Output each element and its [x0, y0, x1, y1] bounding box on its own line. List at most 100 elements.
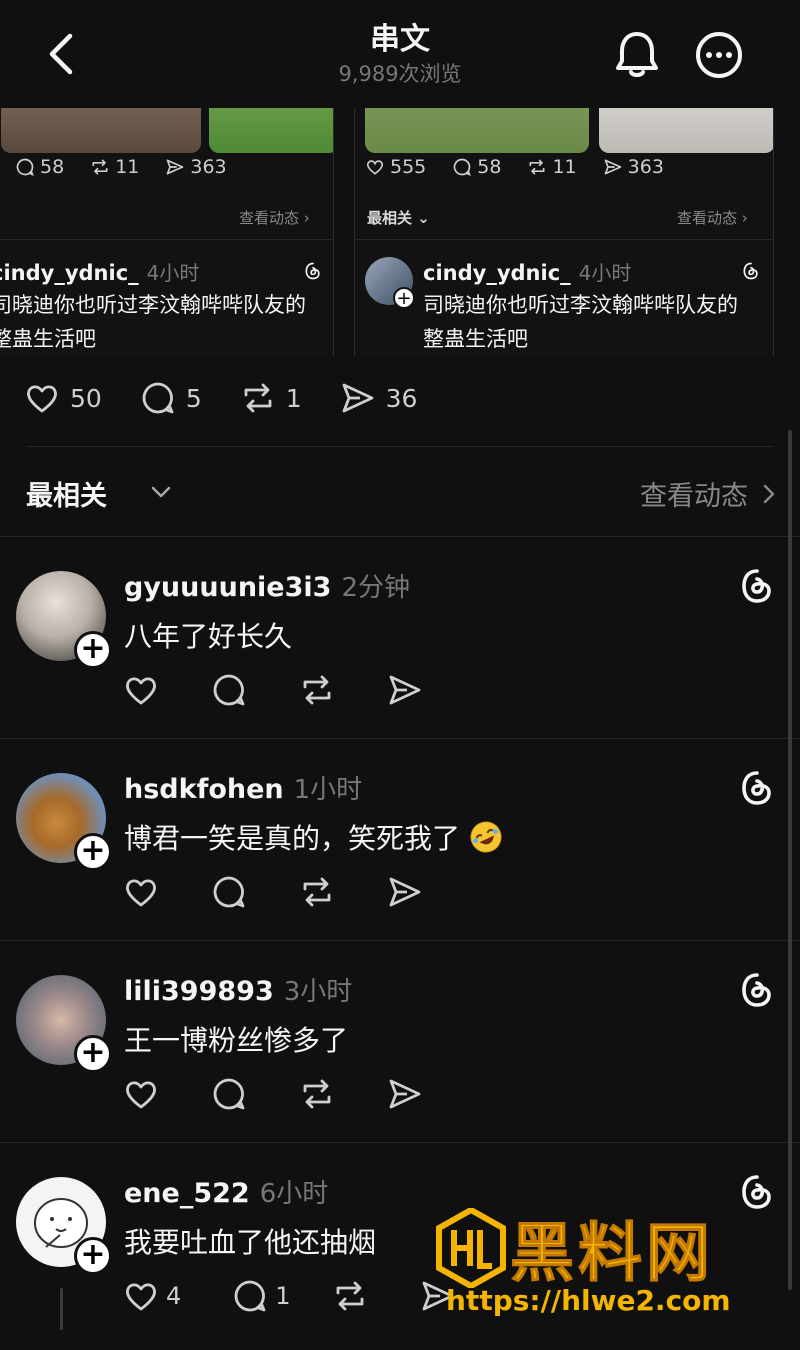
like-stat[interactable]: 555 — [365, 156, 426, 178]
like-button[interactable]: 50 — [24, 380, 102, 416]
reply-count: 1 — [275, 1282, 291, 1310]
quoted-text: 司晓迪你也听过李汶翰哔哔队友的 — [423, 293, 738, 317]
chevron-down-icon[interactable] — [150, 484, 172, 500]
repost-button[interactable] — [331, 1277, 369, 1315]
activity-link[interactable]: 查看动态 › — [239, 207, 310, 228]
heart-icon — [126, 1081, 156, 1109]
post-image — [365, 108, 589, 153]
post-action-bar: 50 5 1 36 — [24, 380, 455, 416]
threads-logo-icon — [742, 569, 771, 603]
send-icon — [389, 877, 421, 907]
repost-icon — [244, 383, 272, 413]
reply-button[interactable] — [210, 1075, 248, 1113]
view-activity-link[interactable]: 查看动态 — [640, 474, 776, 513]
reply-button[interactable] — [210, 873, 248, 911]
divider — [355, 239, 773, 240]
send-icon — [604, 159, 621, 175]
send-icon — [342, 383, 374, 413]
like-count: 50 — [70, 383, 102, 413]
reply-text: 我要吐血了他还抽烟 — [124, 1226, 377, 1259]
reply-button[interactable] — [210, 671, 248, 709]
reply-text: 八年了好长久 — [124, 620, 293, 653]
reply-username[interactable]: lili399893 3小时 — [124, 971, 352, 1008]
share-button[interactable]: 36 — [340, 380, 417, 416]
quoted-text: 整蛊生活吧 — [423, 327, 528, 351]
follow-plus-icon[interactable]: + — [393, 287, 415, 309]
comment-icon — [213, 674, 245, 706]
page-title: 串文 — [370, 22, 430, 57]
comment-icon — [453, 158, 472, 176]
send-icon — [167, 159, 184, 175]
like-button[interactable] — [122, 873, 160, 911]
repost-icon — [303, 877, 331, 907]
repost-icon — [303, 675, 331, 705]
quoted-post-card[interactable]: 555 58 11 363 最相关 ⌄ 查看动态 › + cindy_ydnic… — [354, 108, 774, 356]
threads-logo-icon — [305, 262, 320, 280]
reply-count: 5 — [185, 383, 202, 413]
follow-plus-icon[interactable]: + — [74, 631, 112, 669]
like-button[interactable] — [122, 1075, 160, 1113]
follow-plus-icon[interactable]: + — [74, 1237, 112, 1275]
repost-button[interactable] — [298, 1075, 336, 1113]
reply-stat[interactable]: 58 — [452, 156, 501, 178]
scrollbar[interactable] — [788, 430, 792, 1290]
reply-button[interactable]: 1 — [231, 1277, 291, 1315]
share-button[interactable] — [386, 873, 424, 911]
send-icon — [389, 675, 421, 705]
repost-button[interactable] — [298, 671, 336, 709]
reply-stat[interactable]: 58 — [15, 156, 64, 178]
reply-sort-row: 最相关 查看动态 — [26, 470, 776, 514]
quoted-text: 司晓迪你也听过李汶翰哔哔队友的 — [0, 293, 306, 317]
share-stat[interactable]: 363 — [165, 156, 227, 178]
post-image — [1, 108, 201, 153]
quoted-stats: 555 58 11 363 — [365, 156, 664, 178]
repost-stat[interactable]: 11 — [527, 156, 577, 178]
repost-button[interactable]: 1 — [240, 380, 302, 416]
repost-icon — [303, 1079, 331, 1109]
reply-action-bar — [122, 1075, 474, 1113]
reply-username[interactable]: ene_522 6小时 — [124, 1173, 328, 1210]
view-count: 9,989次浏览 — [338, 62, 462, 86]
activity-link[interactable]: 查看动态 › — [677, 207, 748, 228]
post-image — [599, 108, 773, 153]
reply-username[interactable]: gyuuuunie3i3 2分钟 — [124, 567, 410, 604]
reply-username[interactable]: hsdkfohen 1小时 — [124, 769, 362, 806]
like-button[interactable] — [122, 671, 160, 709]
share-button[interactable] — [386, 1075, 424, 1113]
reply-item[interactable]: + gyuuuunie3i3 2分钟 八年了好长久 — [0, 537, 800, 739]
repost-stat[interactable]: 11 — [90, 156, 139, 178]
follow-plus-icon[interactable]: + — [74, 833, 112, 871]
sort-dropdown[interactable]: 最相关 — [26, 474, 107, 513]
reply-action-bar — [122, 671, 474, 709]
heart-icon — [126, 1283, 156, 1311]
notification-button[interactable] — [612, 28, 662, 80]
hexagon-logo-icon — [436, 1208, 506, 1288]
repost-icon — [336, 1281, 363, 1311]
reply-button[interactable]: 5 — [140, 380, 202, 416]
quoted-post-card[interactable]: 58 11 363 查看动态 › cindy_ydnic_ 4小时 司晓迪你也听过… — [0, 108, 334, 356]
quoted-posts-carousel[interactable]: 58 11 363 查看动态 › cindy_ydnic_ 4小时 司晓迪你也听过… — [0, 108, 800, 356]
like-count: 4 — [166, 1282, 182, 1310]
share-button[interactable] — [386, 671, 424, 709]
divider — [26, 446, 774, 447]
more-options-button[interactable] — [694, 30, 744, 80]
more-horizontal-icon — [696, 32, 742, 78]
follow-plus-icon[interactable]: + — [74, 1035, 112, 1073]
share-stat[interactable]: 363 — [603, 156, 664, 178]
repost-button[interactable] — [298, 873, 336, 911]
heart-icon — [126, 677, 156, 705]
watermark-url: https://hlwe2.com — [446, 1284, 731, 1317]
reply-item[interactable]: + hsdkfohen 1小时 博君一笑是真的，笑死我了 — [0, 739, 800, 941]
quoted-username[interactable]: cindy_ydnic_ 4小时 — [423, 257, 631, 286]
comment-icon — [234, 1280, 266, 1312]
quoted-stats: 58 11 363 — [15, 156, 227, 178]
send-icon — [389, 1079, 421, 1109]
reply-item[interactable]: + lili399893 3小时 王一博粉丝惨多了 — [0, 941, 800, 1143]
rofl-emoji-icon — [470, 821, 502, 853]
sort-dropdown[interactable]: 最相关 ⌄ — [367, 207, 430, 228]
quoted-username[interactable]: cindy_ydnic_ 4小时 — [0, 257, 199, 286]
heart-icon — [366, 160, 384, 175]
repost-icon — [92, 159, 108, 175]
like-button[interactable]: 4 — [122, 1277, 181, 1315]
heart-icon — [27, 385, 57, 413]
